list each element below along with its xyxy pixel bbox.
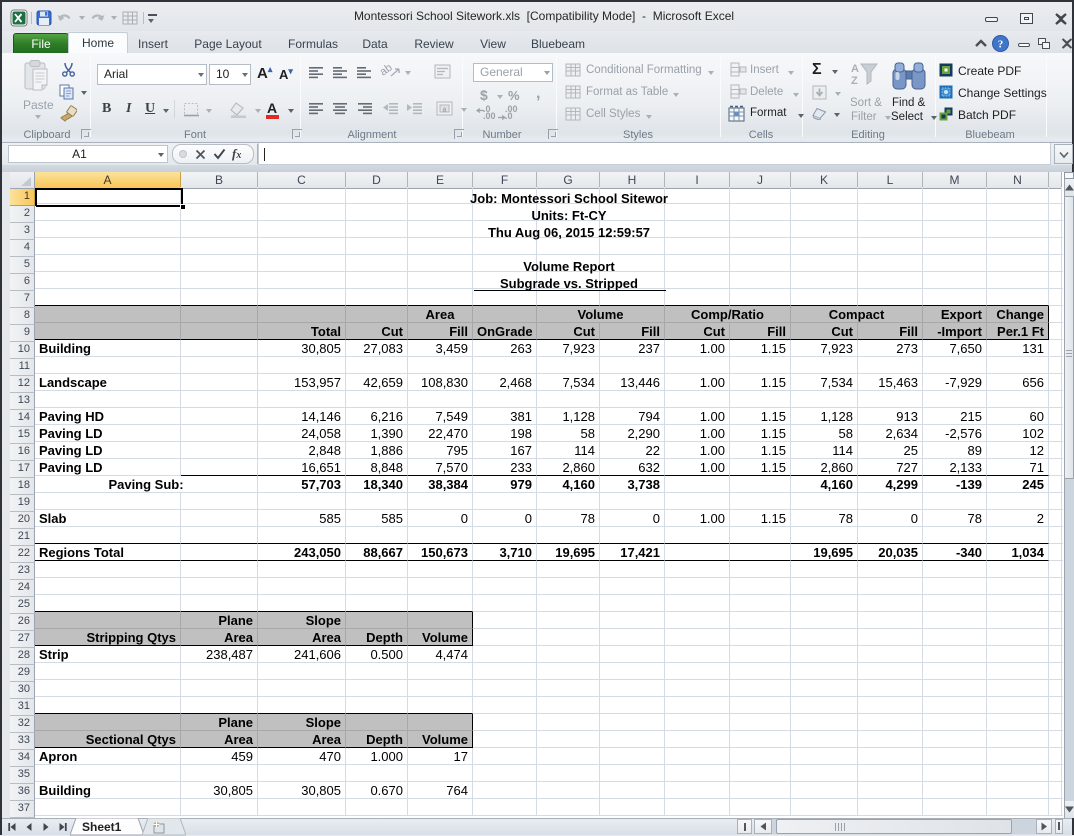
svg-text:A: A [851, 63, 859, 75]
svg-text:Z: Z [851, 75, 858, 87]
svg-text:a: a [443, 107, 447, 114]
svg-text:?: ? [998, 39, 1004, 51]
